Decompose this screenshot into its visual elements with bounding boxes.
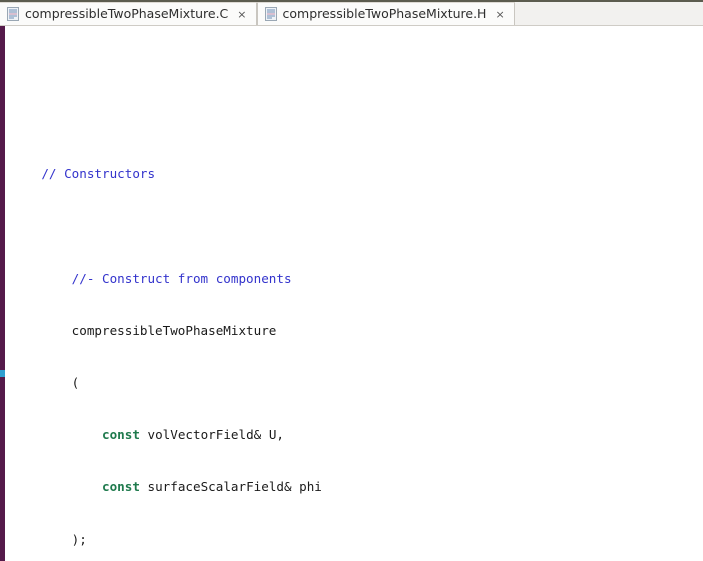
file-icon [7,7,19,21]
tab-label: compressibleTwoPhaseMixture.C [25,5,229,21]
tab-compressibleTwoPhaseMixture-h[interactable]: compressibleTwoPhaseMixture.H × [256,2,515,25]
code-line: //- Construct from components [11,270,292,286]
source-code-text[interactable]: // Constructors //- Construct from compo… [5,26,703,561]
file-icon [264,7,277,21]
code-line: ( [11,375,80,391]
tab-close-icon[interactable]: × [494,9,505,20]
editor-pane[interactable]: // Constructors //- Construct from compo… [0,26,703,561]
code-line: compressibleTwoPhaseMixture [11,322,277,338]
tab-label: compressibleTwoPhaseMixture.H [282,5,487,21]
code-line: ); [11,531,87,547]
tab-compressibleTwoPhaseMixture-c[interactable]: compressibleTwoPhaseMixture.C × [0,2,257,25]
tab-bar: compressibleTwoPhaseMixture.C × compress… [0,0,703,26]
code-line: // Constructors [11,166,156,182]
tab-close-icon[interactable]: × [236,9,247,20]
code-line: const surfaceScalarField& phi [102,479,322,495]
code-editor-window: compressibleTwoPhaseMixture.C × compress… [0,0,703,561]
code-line: const volVectorField& U, [102,427,284,443]
